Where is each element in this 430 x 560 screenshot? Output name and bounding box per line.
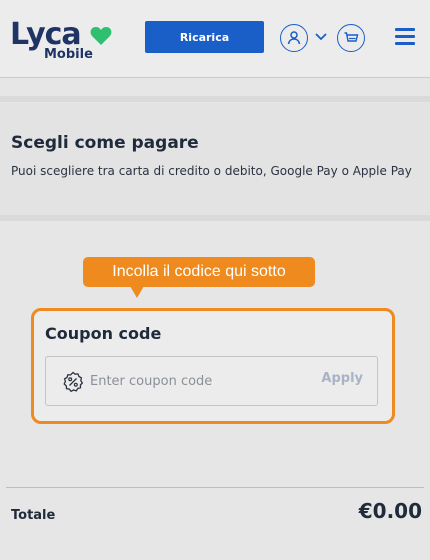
coupon-card: Coupon code Apply xyxy=(31,308,395,424)
site-header: Lyca Mobile Ricarica xyxy=(0,0,430,78)
menu-bar xyxy=(395,35,415,38)
hamburger-menu-icon[interactable] xyxy=(395,28,415,46)
topup-button[interactable]: Ricarica xyxy=(145,21,264,53)
total-divider xyxy=(6,487,424,488)
section-divider xyxy=(0,96,430,102)
coupon-input[interactable] xyxy=(90,367,310,395)
coupon-title: Coupon code xyxy=(45,324,162,343)
coupon-field[interactable]: Apply xyxy=(45,356,378,406)
menu-bar xyxy=(395,42,415,45)
payment-title: Scegli come pagare xyxy=(11,133,199,153)
payment-description: Puoi scegliere tra carta di credito o de… xyxy=(11,164,412,178)
chevron-down-icon[interactable] xyxy=(314,32,328,42)
discount-percent-icon xyxy=(63,371,84,393)
menu-bar xyxy=(395,28,415,31)
cart-icon[interactable] xyxy=(337,24,365,52)
coupon-hint-tooltip: Incolla il codice qui sotto xyxy=(83,257,315,287)
tooltip-arrow xyxy=(130,286,144,298)
payment-method-section: Scegli come pagare Puoi scegliere tra ca… xyxy=(0,103,430,221)
apply-button[interactable]: Apply xyxy=(321,371,363,386)
user-icon[interactable] xyxy=(280,24,308,52)
lyca-mobile-logo[interactable]: Lyca Mobile xyxy=(10,18,120,64)
logo-subtext: Mobile xyxy=(44,47,93,62)
total-value: €0.00 xyxy=(358,499,422,523)
total-label: Totale xyxy=(11,508,56,523)
heart-icon xyxy=(90,27,112,45)
